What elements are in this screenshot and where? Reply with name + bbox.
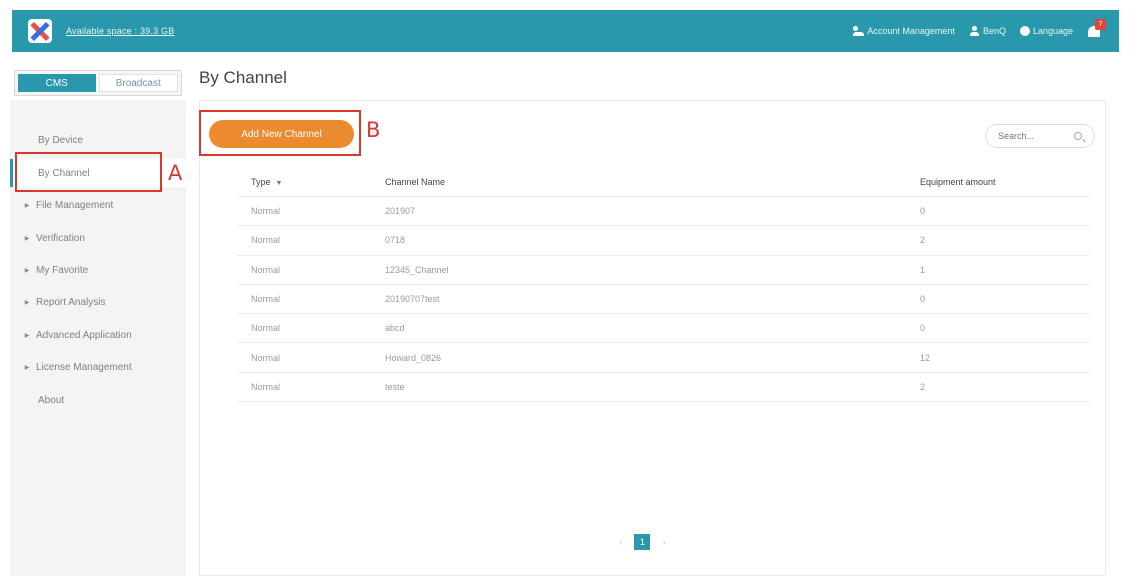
caret-right-icon: ▶ <box>24 202 30 209</box>
sidebar-item-label: Verification <box>36 232 85 244</box>
users-icon <box>853 26 865 36</box>
tab-cms[interactable]: CMS <box>18 74 96 92</box>
pagination-next-icon[interactable]: › <box>662 537 665 548</box>
notification-badge: 7 <box>1095 19 1106 30</box>
account-management-link[interactable]: Account Management <box>853 26 955 36</box>
language-label: Language <box>1032 26 1073 36</box>
table-row[interactable]: Normal 201907 0 <box>237 197 1090 227</box>
column-header-equipment-amount: Equipment amount <box>920 177 996 187</box>
mode-tabs: CMS Broadcast <box>14 70 182 96</box>
caret-right-icon: ▶ <box>24 235 30 242</box>
account-management-label: Account Management <box>867 26 955 36</box>
cell-equipment-amount: 2 <box>920 381 926 392</box>
cell-channel-name: 0718 <box>385 235 406 246</box>
table-row[interactable]: Normal abcd 0 <box>237 314 1090 344</box>
sidebar-item-label: License Management <box>36 361 132 373</box>
table-row[interactable]: Normal 12345_Channel 1 <box>237 256 1090 285</box>
sidebar-item-label: My Favorite <box>36 264 89 276</box>
top-bar: Available space : 39.3 GB Account Manage… <box>12 10 1119 52</box>
annotation-label-b: B <box>366 118 381 142</box>
caret-right-icon: ▶ <box>24 267 30 274</box>
cell-type: Normal <box>251 206 281 217</box>
cell-type: Normal <box>251 294 281 305</box>
cell-type: Normal <box>251 381 281 392</box>
sidebar-item-file-management[interactable]: ▶ File Management <box>10 195 186 215</box>
sidebar-item-label: About <box>38 394 65 406</box>
table-row[interactable]: Normal 0718 2 <box>237 226 1090 256</box>
sidebar-item-verification[interactable]: ▶ Verification <box>10 228 186 248</box>
cell-channel-name: 12345_Channel <box>385 264 449 275</box>
user-icon <box>969 26 980 36</box>
user-name: BenQ <box>982 26 1006 36</box>
pagination-page-1[interactable]: 1 <box>634 534 651 550</box>
column-header-type[interactable]: Type ▼ <box>237 177 385 187</box>
column-header-label: Type <box>251 177 271 187</box>
notification-bell-icon[interactable]: 7 <box>1087 19 1106 39</box>
cell-channel-name: 201907 <box>385 206 416 217</box>
annotation-label-a: A <box>168 161 183 185</box>
table-row[interactable]: Normal Howard_0826 12 <box>237 343 1090 373</box>
column-header-channel-name: Channel Name <box>385 177 446 187</box>
sidebar-item-label: Report Analysis <box>36 296 106 308</box>
sidebar-item-by-device[interactable]: By Device <box>10 130 186 150</box>
app-logo[interactable] <box>28 19 52 43</box>
available-space-text: Available space : 39.3 GB <box>66 26 175 36</box>
top-right-menu: Account Management BenQ Language 7 <box>853 19 1106 39</box>
cell-equipment-amount: 0 <box>920 294 926 305</box>
caret-right-icon: ▶ <box>24 299 30 306</box>
annotation-box-a <box>15 152 162 192</box>
cell-type: Normal <box>251 235 281 246</box>
cell-type: Normal <box>251 264 281 275</box>
caret-right-icon: ▶ <box>24 364 30 371</box>
language-menu[interactable]: Language <box>1019 26 1073 36</box>
cell-equipment-amount: 0 <box>920 206 926 217</box>
cell-channel-name: Howard_0826 <box>385 352 442 363</box>
tab-broadcast[interactable]: Broadcast <box>98 74 178 92</box>
cell-equipment-amount: 12 <box>920 352 931 363</box>
cell-type: Normal <box>251 323 281 334</box>
search-box <box>985 124 1095 148</box>
search-icon[interactable] <box>1074 132 1082 140</box>
cell-channel-name: 20190707test <box>385 294 440 305</box>
user-menu[interactable]: BenQ <box>969 26 1006 36</box>
cell-equipment-amount: 1 <box>920 264 926 275</box>
cell-type: Normal <box>251 352 281 363</box>
table-row[interactable]: Normal teste 2 <box>237 373 1090 403</box>
pagination-prev-icon[interactable]: ‹ <box>619 537 622 548</box>
sidebar-item-label: File Management <box>36 199 114 211</box>
sort-caret-icon[interactable]: ▼ <box>276 180 283 187</box>
cell-equipment-amount: 2 <box>920 235 926 246</box>
sidebar-item-license-management[interactable]: ▶ License Management <box>10 357 186 377</box>
annotation-box-b <box>199 110 361 156</box>
sidebar-item-label: Advanced Application <box>36 329 132 341</box>
globe-icon <box>1019 26 1030 36</box>
page-title: By Channel <box>199 68 287 87</box>
pagination: ‹ 1 › <box>619 534 666 550</box>
sidebar-item-my-favorite[interactable]: ▶ My Favorite <box>10 260 186 280</box>
cell-channel-name: abcd <box>385 323 405 334</box>
cell-equipment-amount: 0 <box>920 323 926 334</box>
cell-channel-name: teste <box>385 381 405 392</box>
table-row[interactable]: Normal 20190707test 0 <box>237 285 1090 315</box>
caret-right-icon: ▶ <box>24 332 30 339</box>
channel-table: Type ▼ Channel Name Equipment amount Norm… <box>237 168 1090 403</box>
sidebar-item-advanced-application[interactable]: ▶ Advanced Application <box>10 325 186 345</box>
sidebar-item-label: By Device <box>38 134 84 146</box>
sidebar-item-report-analysis[interactable]: ▶ Report Analysis <box>10 292 186 312</box>
sidebar-item-about[interactable]: About <box>10 390 186 410</box>
search-input[interactable] <box>998 131 1068 141</box>
table-header: Type ▼ Channel Name Equipment amount <box>237 168 1090 197</box>
